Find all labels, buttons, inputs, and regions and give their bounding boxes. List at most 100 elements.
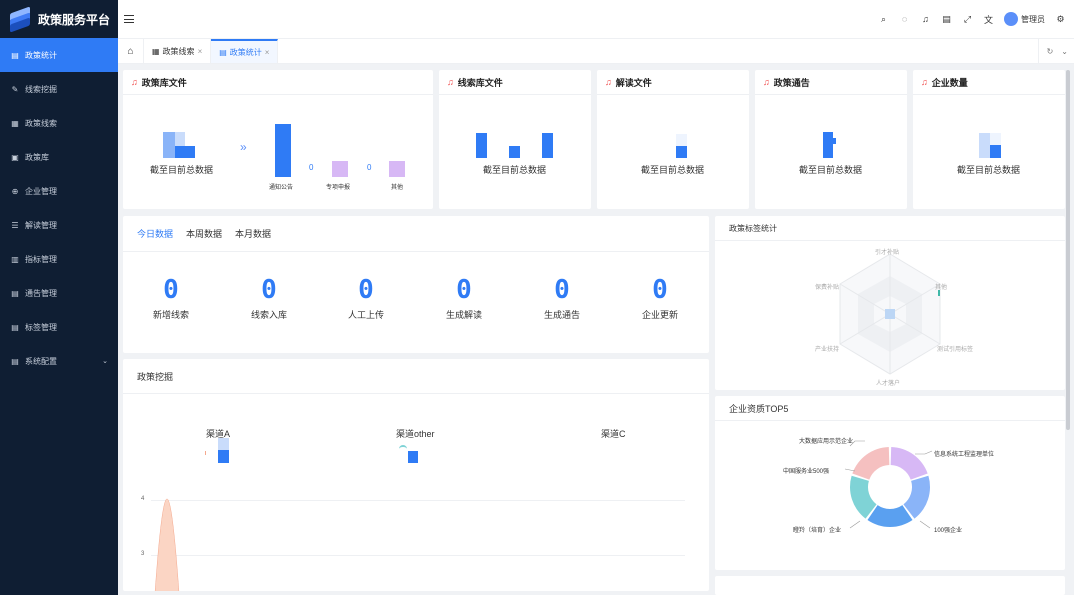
total-label: 截至目前总数据 bbox=[957, 165, 1021, 175]
sidebar-item-settings[interactable]: ▤ 系统配置 ⌄ bbox=[0, 344, 118, 378]
card-title-text: 线索库文件 bbox=[457, 77, 503, 88]
y-tick: 3 bbox=[141, 551, 145, 557]
stack-bar bbox=[542, 133, 553, 158]
message-icon[interactable]: ◌ bbox=[899, 14, 910, 25]
notice-card: ♫ 政策通告 截至目前总数据 bbox=[755, 70, 907, 209]
radar-axis-label: 人才落户 bbox=[876, 381, 901, 387]
radar-axis-label: 保费补贴 bbox=[815, 285, 840, 291]
stat-label: 线索入库 bbox=[250, 310, 287, 320]
grid-line bbox=[151, 500, 685, 501]
stack-bar bbox=[833, 138, 836, 144]
gear-icon[interactable]: ⚙ bbox=[1055, 14, 1066, 25]
grid-icon: ▦ bbox=[152, 46, 160, 56]
stat-interpretations: 0 生成解读 bbox=[424, 276, 504, 321]
stack-bar bbox=[476, 133, 487, 158]
close-icon[interactable]: × bbox=[198, 47, 203, 56]
home-icon[interactable]: ⌂ bbox=[118, 39, 144, 63]
sidebar-item-policy-lib[interactable]: ▣ 政策库 bbox=[0, 140, 118, 174]
sidebar-item-label: 政策线索 bbox=[25, 118, 57, 128]
sidebar-item-notice[interactable]: ▤ 通告管理 bbox=[0, 276, 118, 310]
segment-label: 中国服务业500强 bbox=[783, 469, 830, 475]
channel-bar bbox=[218, 450, 229, 463]
sidebar-item-label: 政策统计 bbox=[25, 50, 57, 60]
stack-bar bbox=[175, 146, 195, 158]
sidebar-item-label: 指标管理 bbox=[25, 254, 57, 264]
radar-axis-label: 引才补贴 bbox=[875, 250, 900, 256]
close-icon[interactable]: × bbox=[265, 48, 270, 57]
document-icon[interactable]: ▤ bbox=[941, 14, 952, 25]
sidebar-item-indicator[interactable]: ▥ 指标管理 bbox=[0, 242, 118, 276]
chevron-down-icon[interactable]: ⌄ bbox=[1061, 47, 1068, 56]
stack-bar bbox=[676, 146, 687, 158]
sidebar-item-interpret[interactable]: ☰ 解读管理 bbox=[0, 208, 118, 242]
card-title-text: 企业数量 bbox=[931, 77, 968, 88]
stat-notices: 0 生成通告 bbox=[522, 276, 602, 321]
stat-label: 生成通告 bbox=[543, 310, 580, 320]
card-title: 政策挖掘 bbox=[123, 359, 709, 394]
radar-chart bbox=[839, 253, 941, 375]
sidebar-item-policy-stats[interactable]: ▤ 政策统计 bbox=[0, 38, 118, 72]
tab-week[interactable]: 本周数据 bbox=[186, 227, 222, 240]
special-bar bbox=[332, 161, 348, 177]
stat-clues-stored: 0 线索入库 bbox=[229, 276, 309, 321]
tabs-bar: ⌂ ▦ 政策线索 × ▤ 政策统计 × ↻ ⌄ bbox=[118, 38, 1074, 64]
stat-label: 人工上传 bbox=[347, 310, 384, 320]
grid-line bbox=[151, 555, 685, 556]
doc-icon: ▤ bbox=[219, 47, 227, 57]
card-title: ♫ 企业数量 bbox=[913, 70, 1065, 95]
sidebar: 政策服务平台 ▤ 政策统计 ✎ 线索挖掘 ▦ 政策线索 ▣ 政策库 ⊕ 企业管理… bbox=[0, 0, 118, 595]
total-label: 截至目前总数据 bbox=[483, 165, 547, 175]
sidebar-item-clue-mining[interactable]: ✎ 线索挖掘 bbox=[0, 72, 118, 106]
channel-bar bbox=[205, 451, 206, 455]
item-label: 专项申报 bbox=[326, 185, 351, 191]
tab-label: 政策线索 bbox=[162, 46, 195, 56]
stack-bar bbox=[175, 132, 185, 146]
item-value: 0 bbox=[309, 163, 314, 172]
app-logo[interactable]: 政策服务平台 bbox=[0, 0, 118, 38]
sidebar-item-tags[interactable]: ▤ 标签管理 bbox=[0, 310, 118, 344]
radar-axis-label: 产业扶持 bbox=[815, 347, 840, 353]
y-tick: 4 bbox=[141, 496, 145, 502]
channel-label: 渠道other bbox=[396, 429, 435, 439]
refresh-icon[interactable]: ↻ bbox=[1047, 47, 1054, 56]
stack-bar bbox=[990, 133, 1001, 145]
stack-bar bbox=[990, 145, 1001, 158]
tag-stats-card: 政策标签统计 引才补贴 其他 测试引用标签 人才落户 产业扶持 保费补贴 bbox=[715, 216, 1065, 390]
page-scrollbar[interactable] bbox=[1066, 70, 1070, 430]
sidebar-item-label: 标签管理 bbox=[25, 322, 57, 332]
search-icon[interactable]: ⌕ bbox=[878, 14, 889, 25]
channel-bar bbox=[408, 451, 418, 463]
total-label: 截至目前总数据 bbox=[641, 165, 705, 175]
translate-icon[interactable]: 文 bbox=[983, 14, 994, 25]
tab-policy-stats[interactable]: ▤ 政策统计 × bbox=[211, 39, 279, 63]
stack-bar bbox=[823, 132, 833, 158]
header-tools: ⌕ ◌ ♫ ▤ ⤢ 文 管理员 ⚙ bbox=[878, 0, 1066, 38]
sidebar-item-policy-clues[interactable]: ▦ 政策线索 bbox=[0, 106, 118, 140]
tab-policy-clues[interactable]: ▦ 政策线索 × bbox=[144, 39, 212, 63]
segment-label: 100强企业 bbox=[934, 528, 963, 534]
clue-lib-card: ♫ 线索库文件 截至目前总数据 bbox=[439, 70, 591, 209]
stat-value: 0 bbox=[456, 275, 472, 305]
interpret-card: ♫ 解读文件 截至目前总数据 bbox=[597, 70, 749, 209]
channel-bar bbox=[218, 438, 229, 450]
sidebar-item-enterprise[interactable]: ⊕ 企业管理 bbox=[0, 174, 118, 208]
tab-month[interactable]: 本月数据 bbox=[235, 227, 271, 240]
channel-bar bbox=[399, 445, 407, 450]
stat-value: 0 bbox=[261, 275, 277, 305]
tab-today[interactable]: 今日数据 bbox=[137, 227, 173, 240]
bell-icon: ♫ bbox=[447, 77, 454, 87]
stack-bar bbox=[509, 146, 520, 158]
tag-icon: ▤ bbox=[11, 322, 19, 332]
fullscreen-icon[interactable]: ⤢ bbox=[962, 14, 973, 25]
stack-bar bbox=[163, 132, 175, 158]
stat-new-clues: 0 新增线索 bbox=[131, 276, 211, 321]
bell-icon: ♫ bbox=[763, 77, 770, 87]
user-menu[interactable]: 管理员 bbox=[1004, 12, 1045, 26]
bell-icon[interactable]: ♫ bbox=[920, 14, 931, 25]
sidebar-item-label: 系统配置 bbox=[25, 356, 57, 366]
tab-tools: ↻ ⌄ bbox=[1037, 39, 1068, 63]
enterprise-card: ♫ 企业数量 截至目前总数据 bbox=[913, 70, 1065, 209]
menu-toggle-icon[interactable] bbox=[124, 15, 134, 23]
stack-bar bbox=[979, 133, 990, 158]
chart-icon: ▥ bbox=[11, 254, 19, 264]
